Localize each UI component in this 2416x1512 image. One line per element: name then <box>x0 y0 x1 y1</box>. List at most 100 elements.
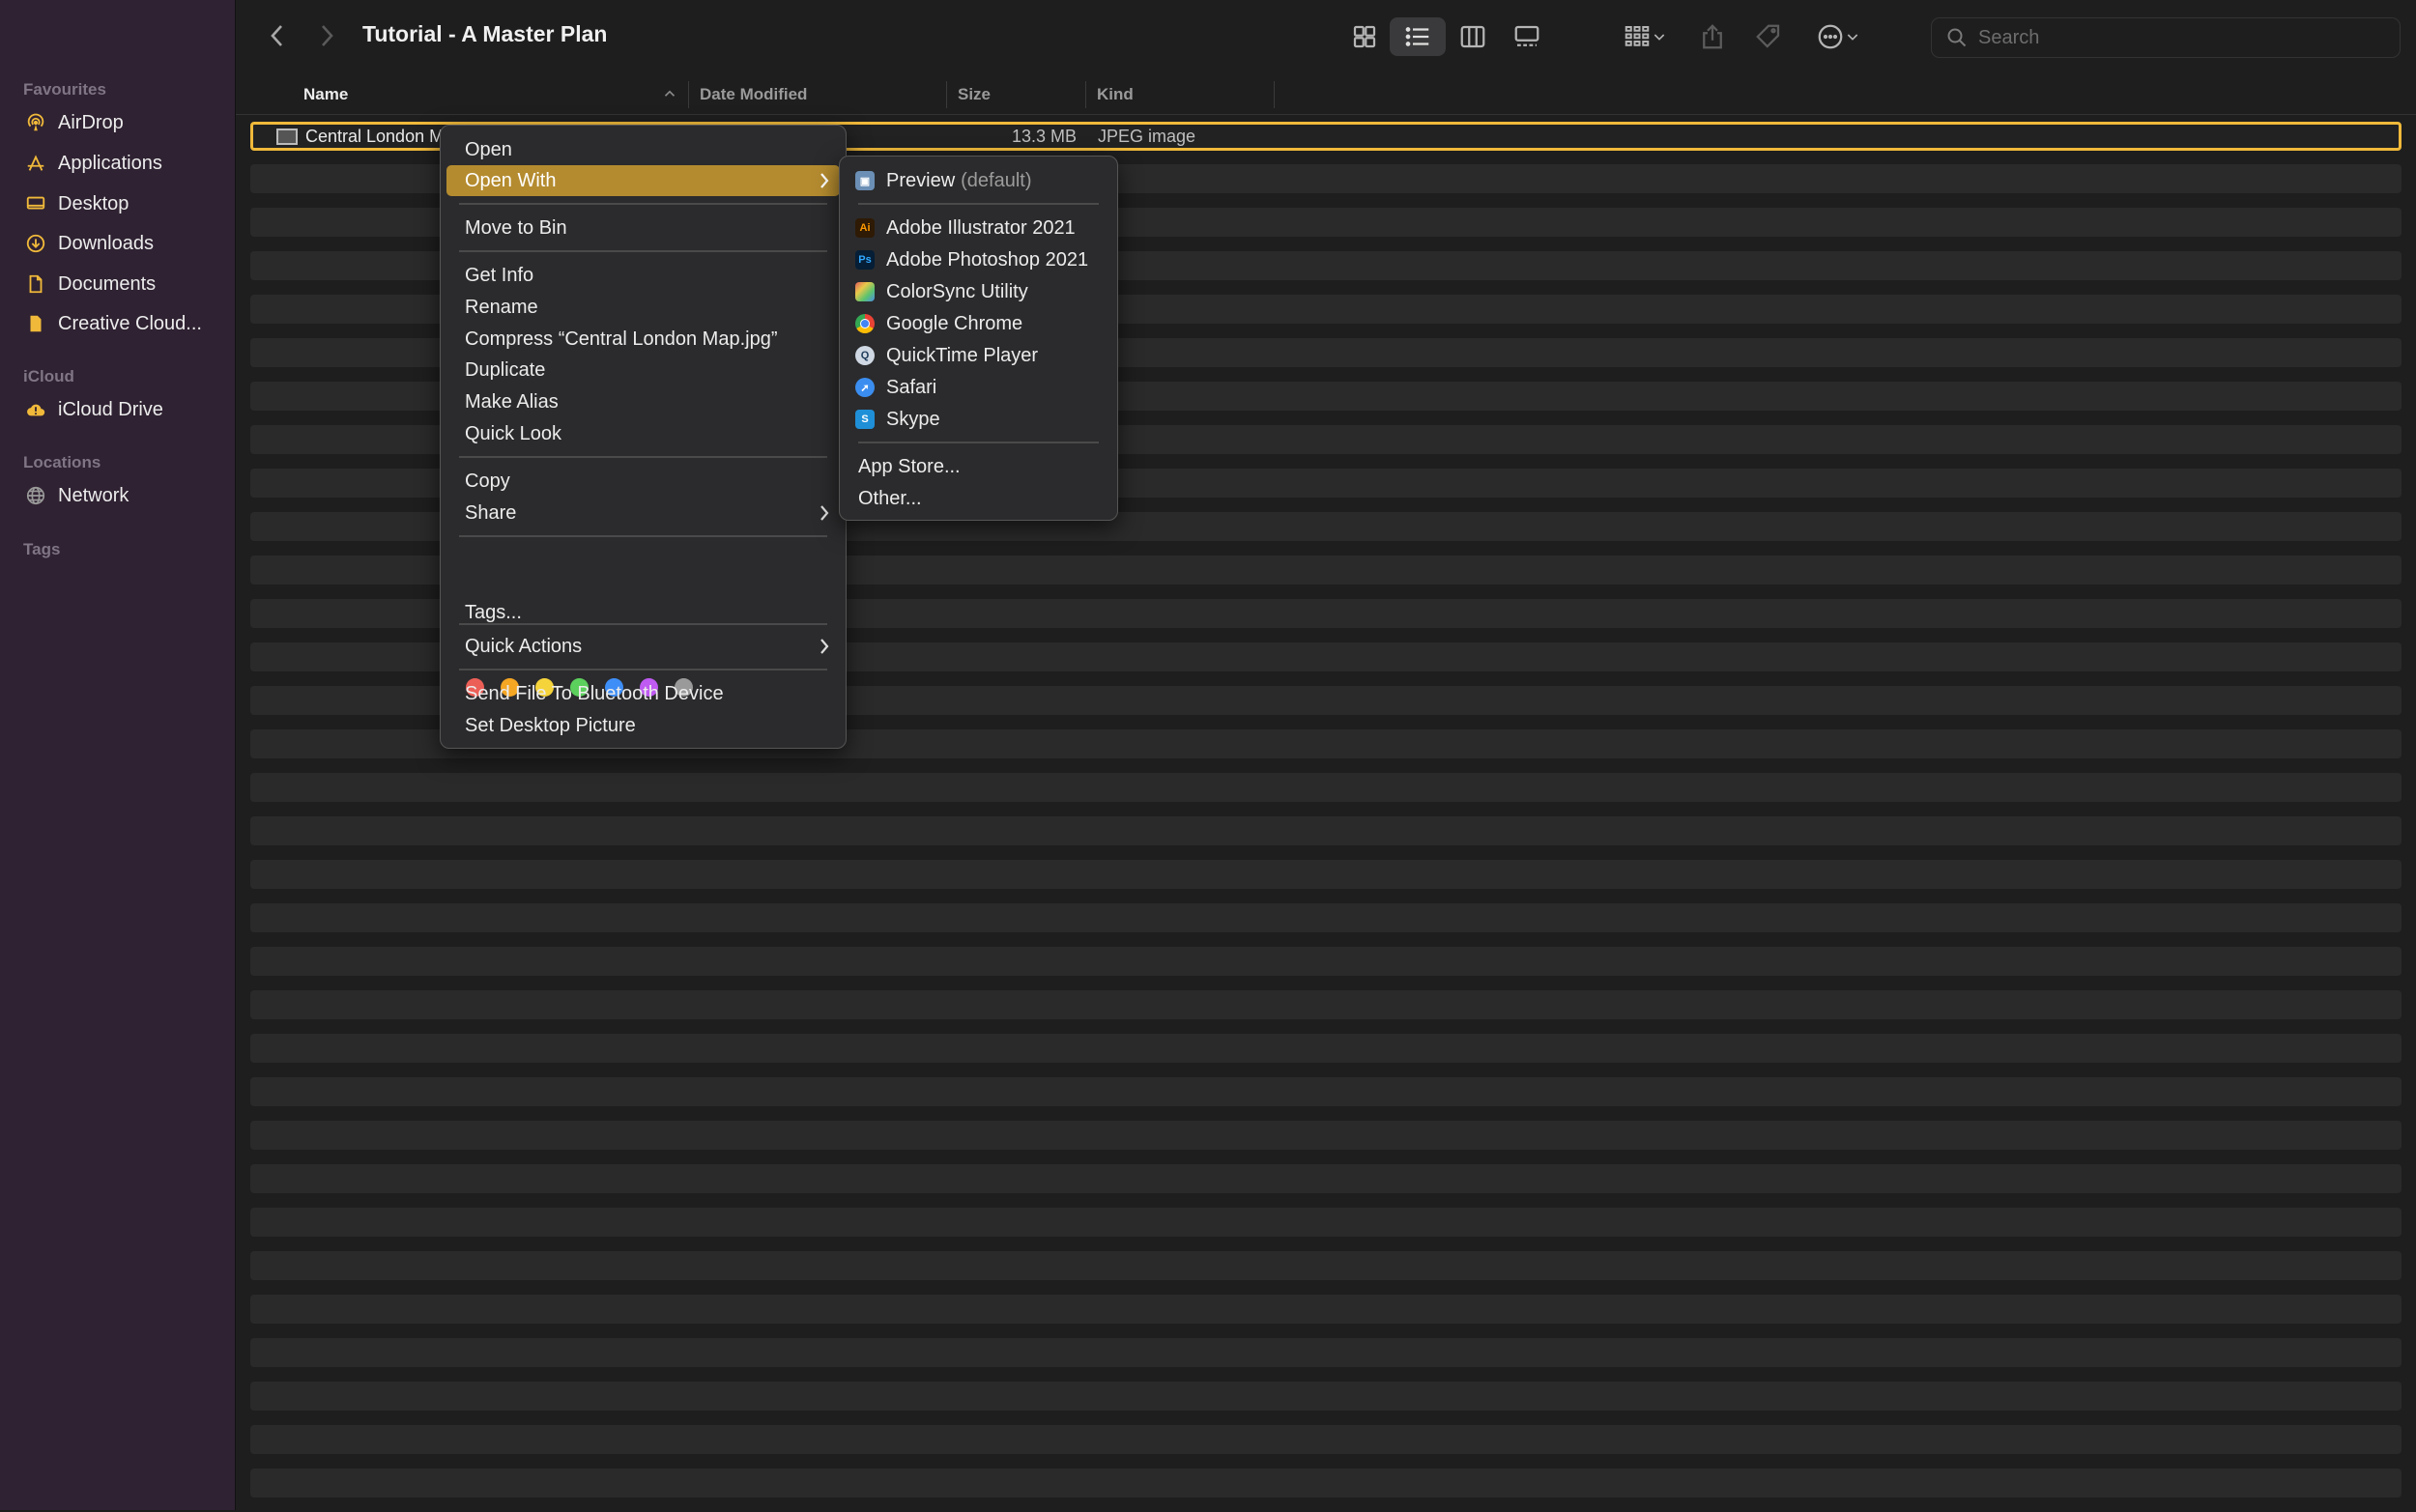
empty-row <box>250 1121 2402 1150</box>
menu-item-move-to-bin[interactable]: Move to Bin <box>446 213 840 243</box>
default-suffix: (default) <box>961 169 1032 191</box>
submenu-item-illustrator[interactable]: Ai Adobe Illustrator 2021 <box>846 213 1111 243</box>
sidebar-item-creative-cloud[interactable]: Creative Cloud... <box>23 306 202 341</box>
menu-separator <box>459 250 827 252</box>
sidebar-item-label: Documents <box>58 272 157 295</box>
cloud-icon <box>23 397 48 422</box>
app-name: Safari <box>886 376 937 398</box>
search-input[interactable] <box>1976 25 2386 50</box>
column-kind[interactable]: Kind <box>1097 75 1134 114</box>
group-icon <box>1625 26 1650 46</box>
colorsync-app-icon <box>855 282 875 301</box>
column-divider[interactable] <box>688 81 689 108</box>
column-divider[interactable] <box>946 81 947 108</box>
sidebar-item-label: Network <box>58 484 129 506</box>
empty-row <box>250 1208 2402 1237</box>
action-menu-button[interactable] <box>1809 17 1867 56</box>
menu-item-rename[interactable]: Rename <box>446 292 840 323</box>
menu-separator <box>459 203 827 205</box>
empty-row <box>250 903 2402 932</box>
menu-item-compress[interactable]: Compress “Central London Map.jpg” <box>446 324 840 355</box>
submenu-item-photoshop[interactable]: Ps Adobe Photoshop 2021 <box>846 244 1111 275</box>
preview-app-icon: ▣ <box>855 171 875 190</box>
chevron-left-icon <box>271 25 282 46</box>
column-view-button[interactable] <box>1452 17 1494 56</box>
sidebar-item-icloud-drive[interactable]: iCloud Drive <box>23 392 163 427</box>
illustrator-app-icon: Ai <box>855 218 875 238</box>
chrome-app-icon <box>855 314 875 333</box>
skype-app-icon: S <box>855 410 875 429</box>
menu-item-make-alias[interactable]: Make Alias <box>446 386 840 417</box>
sidebar-section-tags[interactable]: Tags <box>23 540 60 559</box>
sidebar-item-label: Creative Cloud... <box>58 312 202 334</box>
icon-view-button[interactable] <box>1343 17 1386 56</box>
menu-separator <box>459 623 827 625</box>
app-name: QuickTime Player <box>886 344 1039 366</box>
submenu-item-colorsync[interactable]: ColorSync Utility <box>846 276 1111 307</box>
menu-item-copy[interactable]: Copy <box>446 466 840 497</box>
group-by-button[interactable] <box>1616 17 1674 56</box>
context-menu: Open Open With Move to Bin Get Info Rena… <box>440 125 847 749</box>
empty-row <box>250 1034 2402 1063</box>
sidebar-item-airdrop[interactable]: AirDrop <box>23 105 124 140</box>
menu-item-set-desktop-picture[interactable]: Set Desktop Picture <box>446 710 840 741</box>
column-size[interactable]: Size <box>958 75 991 114</box>
submenu-item-skype[interactable]: S Skype <box>846 404 1111 435</box>
app-name: ColorSync Utility <box>886 280 1028 302</box>
sort-ascending-icon <box>664 90 676 97</box>
empty-row <box>250 990 2402 1019</box>
column-divider[interactable] <box>1274 81 1275 108</box>
columns-icon <box>1460 25 1485 48</box>
search-field[interactable] <box>1931 17 2401 58</box>
tags-button[interactable] <box>1749 17 1788 56</box>
menu-item-open[interactable]: Open <box>446 134 840 165</box>
submenu-item-quicktime[interactable]: Q QuickTime Player <box>846 340 1111 371</box>
forward-button[interactable] <box>310 19 343 52</box>
chevron-down-icon <box>1654 34 1665 41</box>
folder-icon <box>23 311 48 336</box>
menu-separator <box>459 535 827 537</box>
menu-separator <box>459 456 827 458</box>
menu-item-open-with[interactable]: Open With <box>446 165 840 196</box>
empty-row <box>250 1338 2402 1367</box>
sidebar-item-label: Applications <box>58 152 162 174</box>
sidebar-item-label: AirDrop <box>58 111 124 133</box>
share-button[interactable] <box>1693 17 1732 56</box>
sidebar-item-desktop[interactable]: Desktop <box>23 186 129 221</box>
submenu-item-other[interactable]: Other... <box>846 483 1111 514</box>
column-divider[interactable] <box>1085 81 1086 108</box>
chevron-right-icon <box>820 173 829 188</box>
app-name: Google Chrome <box>886 312 1023 334</box>
menu-item-quick-look[interactable]: Quick Look <box>446 418 840 449</box>
column-name[interactable]: Name <box>303 75 348 114</box>
file-name: Central London M <box>305 127 445 146</box>
empty-row <box>250 860 2402 889</box>
menu-item-get-info[interactable]: Get Info <box>446 260 840 291</box>
file-size: 13.3 MB <box>1012 127 1078 146</box>
sidebar-item-network[interactable]: Network <box>23 478 129 513</box>
sidebar-item-documents[interactable]: Documents <box>23 267 156 301</box>
empty-row <box>250 1295 2402 1324</box>
column-date-modified[interactable]: Date Modified <box>700 75 807 114</box>
chevron-right-icon <box>820 639 829 654</box>
back-button[interactable] <box>261 19 294 52</box>
submenu-item-chrome[interactable]: Google Chrome <box>846 308 1111 339</box>
menu-item-duplicate[interactable]: Duplicate <box>446 355 840 385</box>
empty-row <box>250 947 2402 976</box>
sidebar-item-applications[interactable]: Applications <box>23 146 162 181</box>
list-view-button[interactable] <box>1390 17 1446 56</box>
submenu-item-preview[interactable]: ▣ Preview (default) <box>846 165 1111 196</box>
empty-row <box>250 1251 2402 1280</box>
menu-separator <box>459 669 827 670</box>
sidebar-item-label: Desktop <box>58 192 129 214</box>
menu-item-quick-actions[interactable]: Quick Actions <box>446 631 840 662</box>
menu-item-label: Open With <box>465 169 557 191</box>
submenu-item-safari[interactable]: ➚ Safari <box>846 372 1111 403</box>
menu-separator <box>858 203 1099 205</box>
sidebar-item-downloads[interactable]: Downloads <box>23 226 154 261</box>
chevron-right-icon <box>322 25 333 46</box>
menu-item-share[interactable]: Share <box>446 498 840 528</box>
menu-item-send-bluetooth[interactable]: Send File To Bluetooth Device <box>446 678 840 709</box>
submenu-item-app-store[interactable]: App Store... <box>846 451 1111 482</box>
gallery-view-button[interactable] <box>1506 17 1548 56</box>
